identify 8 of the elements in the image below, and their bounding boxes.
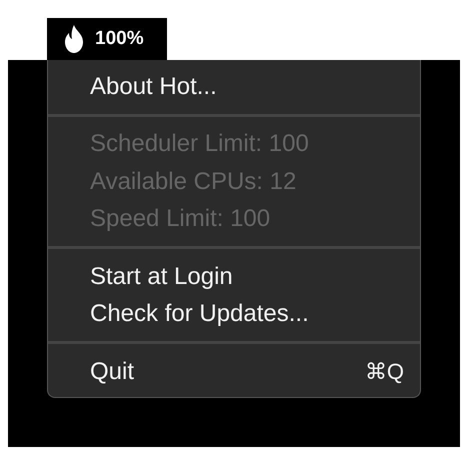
cpu-percentage: 100% — [95, 28, 144, 50]
flame-icon — [63, 25, 85, 53]
menu-item[interactable]: About Hot... — [48, 68, 420, 106]
menu-item[interactable]: Quit ⌘Q — [48, 353, 420, 390]
menu-bar-item[interactable]: 100% — [47, 18, 167, 60]
menu-item[interactable]: Check for Updates... — [48, 296, 420, 333]
keyboard-shortcut: ⌘Q — [364, 358, 404, 385]
menu-item[interactable]: Start at Login — [48, 258, 420, 296]
